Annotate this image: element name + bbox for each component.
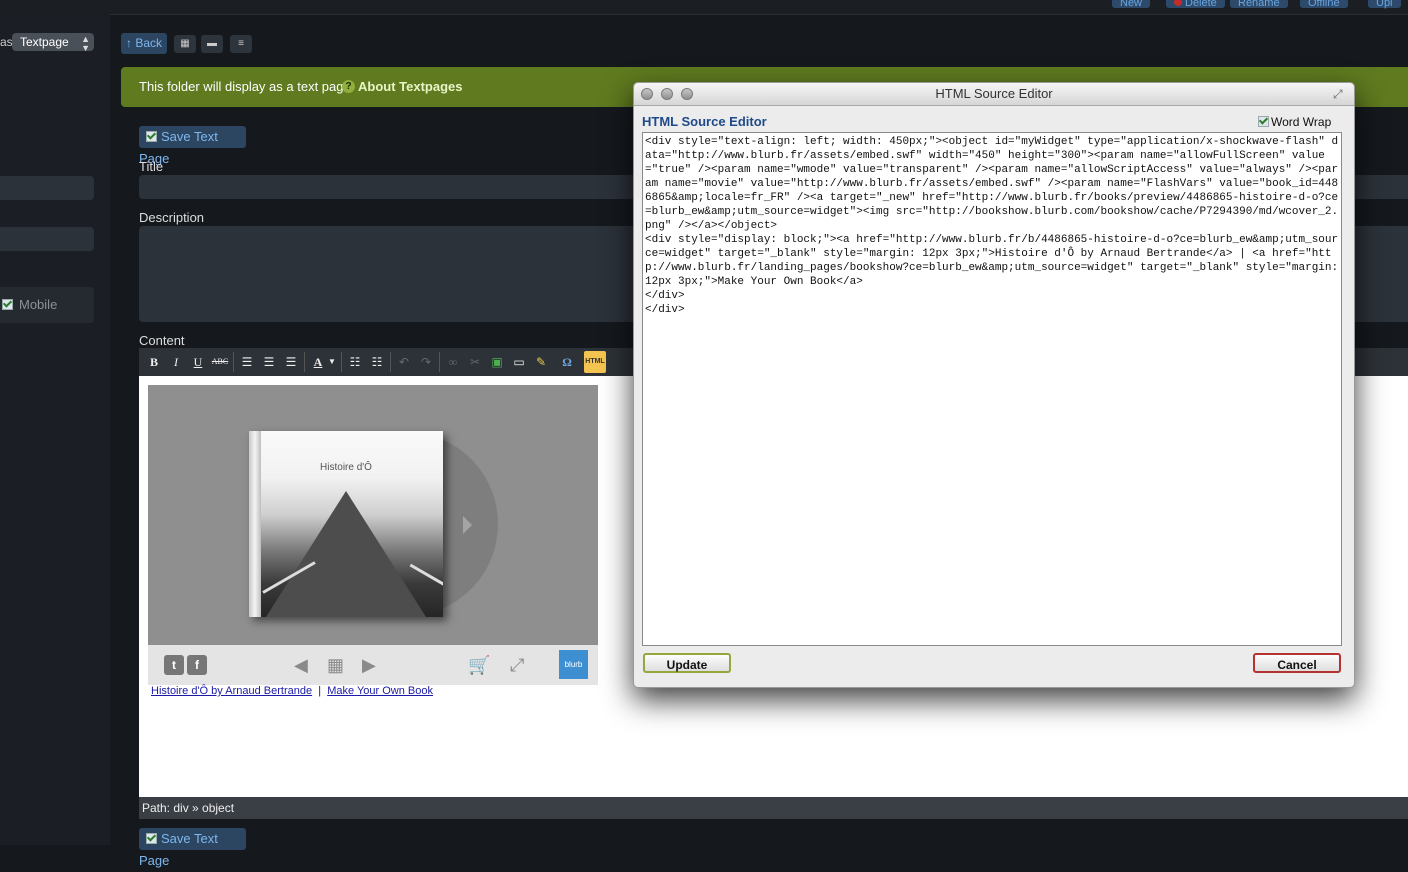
- grid-icon[interactable]: ▦: [327, 654, 344, 676]
- align-right-icon[interactable]: ☰: [281, 351, 301, 373]
- image-icon[interactable]: ▣: [487, 351, 507, 373]
- mobile-toggle[interactable]: Mobile: [0, 287, 94, 323]
- twitter-icon[interactable]: t: [164, 655, 184, 675]
- dialog-heading: HTML Source Editor: [642, 114, 767, 129]
- link-separator: |: [318, 685, 322, 697]
- sidebar-field-2[interactable]: [0, 227, 94, 251]
- as-label: as: [0, 35, 13, 49]
- align-left-icon[interactable]: ☰: [237, 351, 257, 373]
- word-wrap-label: Word Wrap: [1271, 115, 1332, 129]
- back-label: Back: [135, 36, 163, 50]
- align-center-icon[interactable]: ☰: [259, 351, 279, 373]
- path-text: Path: div » object: [142, 801, 235, 815]
- expand-icon[interactable]: ⤢: [1333, 87, 1343, 102]
- numbered-list-icon[interactable]: ☷: [367, 351, 387, 373]
- toolbar-divider: [304, 352, 305, 372]
- mobile-checkbox[interactable]: [2, 299, 13, 311]
- save-text-page-button[interactable]: Save Text Page: [139, 126, 246, 166]
- book-cover[interactable]: [249, 431, 443, 617]
- blurb-logo[interactable]: blurb: [559, 650, 588, 679]
- word-wrap-toggle[interactable]: Word Wrap: [1258, 115, 1331, 129]
- offline-label: Offline: [1308, 0, 1340, 9]
- back-button[interactable]: ↑ Back: [121, 33, 167, 54]
- sidebar-field-1[interactable]: [0, 176, 94, 200]
- make-your-own-book-link[interactable]: Make Your Own Book: [327, 685, 433, 697]
- new-button[interactable]: New: [1112, 0, 1151, 9]
- html-source-editor-dialog: HTML Source Editor ⤢ HTML Source Editor …: [633, 82, 1355, 688]
- cleanup-icon[interactable]: ✎: [531, 351, 551, 373]
- rename-label: Rename: [1238, 0, 1280, 9]
- help-icon[interactable]: ?: [342, 80, 355, 93]
- delete-button[interactable]: Delete: [1166, 0, 1225, 9]
- horizontal-rule-icon[interactable]: ▭: [509, 351, 529, 373]
- fullscreen-icon[interactable]: ⤢: [510, 654, 524, 676]
- mobile-label: Mobile: [19, 297, 58, 312]
- redo-icon[interactable]: ↷: [416, 351, 436, 373]
- font-color-button[interactable]: A: [308, 351, 328, 373]
- about-textpages-link[interactable]: About Textpages: [358, 67, 463, 107]
- special-character-icon[interactable]: Ω: [557, 351, 577, 373]
- offline-button[interactable]: Offline: [1300, 0, 1348, 9]
- dialog-title-bar: HTML Source Editor: [634, 83, 1354, 106]
- minimize-icon[interactable]: [661, 88, 673, 100]
- save-text-page-button-bottom[interactable]: Save Text Page: [139, 828, 246, 868]
- title-label: Title: [139, 159, 164, 174]
- type-select[interactable]: Textpage ▲ ▼: [12, 33, 94, 53]
- rename-button[interactable]: Rename: [1230, 0, 1288, 9]
- upload-button[interactable]: Upl: [1368, 0, 1401, 9]
- play-icon: [463, 516, 472, 534]
- cart-icon[interactable]: 🛒: [468, 654, 490, 676]
- delete-icon: [1174, 0, 1182, 6]
- text-view-icon[interactable]: ≡: [230, 35, 252, 53]
- previous-icon[interactable]: ◀: [294, 654, 308, 676]
- cover-pier-image: [266, 491, 426, 617]
- italic-button[interactable]: I: [166, 351, 186, 373]
- update-button[interactable]: Update: [643, 653, 731, 673]
- type-select-value: Textpage: [20, 35, 69, 49]
- next-icon[interactable]: ▶: [362, 654, 376, 676]
- description-label: Description: [139, 210, 205, 225]
- zoom-icon[interactable]: [681, 88, 693, 100]
- content-label: Content: [139, 333, 185, 348]
- left-panel: [0, 14, 110, 845]
- strikethrough-button[interactable]: ABC: [210, 351, 230, 373]
- toolbar-divider: [233, 352, 234, 372]
- check-icon: [146, 131, 157, 143]
- upload-label: Upl: [1376, 0, 1393, 9]
- facebook-icon[interactable]: f: [187, 655, 207, 675]
- book-link[interactable]: Histoire d'Ô by Arnaud Bertrande: [151, 685, 312, 697]
- cover-spine: [249, 431, 261, 617]
- list-view-icon[interactable]: ▬: [201, 35, 223, 53]
- bullet-list-icon[interactable]: ☷: [345, 351, 365, 373]
- cancel-button[interactable]: Cancel: [1253, 653, 1341, 673]
- delete-label: Delete: [1185, 0, 1217, 9]
- toolbar-divider: [390, 352, 391, 372]
- font-color-dropdown-icon[interactable]: ▼: [326, 351, 338, 373]
- html-source-button[interactable]: HTML: [584, 351, 606, 373]
- widget-links: Histoire d'Ô by Arnaud Bertrande | Make …: [151, 685, 433, 697]
- grid-view-icon[interactable]: ▦: [174, 35, 196, 53]
- unlink-icon[interactable]: ✂: [465, 351, 485, 373]
- select-arrows-icon: ▲ ▼: [81, 34, 90, 53]
- cover-title: Histoire d'Ô: [320, 462, 372, 473]
- editor-path-bar: Path: div » object: [139, 797, 1408, 819]
- new-label: New: [1120, 0, 1143, 9]
- banner-text: This folder will display as a text page.: [139, 79, 355, 94]
- html-source-textarea[interactable]: <div style="text-align: left; width: 450…: [642, 132, 1342, 646]
- toolbar-divider: [439, 352, 440, 372]
- bold-button[interactable]: B: [144, 351, 164, 373]
- link-icon[interactable]: ∞: [443, 351, 463, 373]
- check-icon: [146, 833, 157, 845]
- close-icon[interactable]: [641, 88, 653, 100]
- word-wrap-checkbox[interactable]: [1258, 116, 1269, 128]
- undo-icon[interactable]: ↶: [394, 351, 414, 373]
- underline-button[interactable]: U: [188, 351, 208, 373]
- dialog-title: HTML Source Editor: [935, 86, 1053, 101]
- toolbar-divider: [341, 352, 342, 372]
